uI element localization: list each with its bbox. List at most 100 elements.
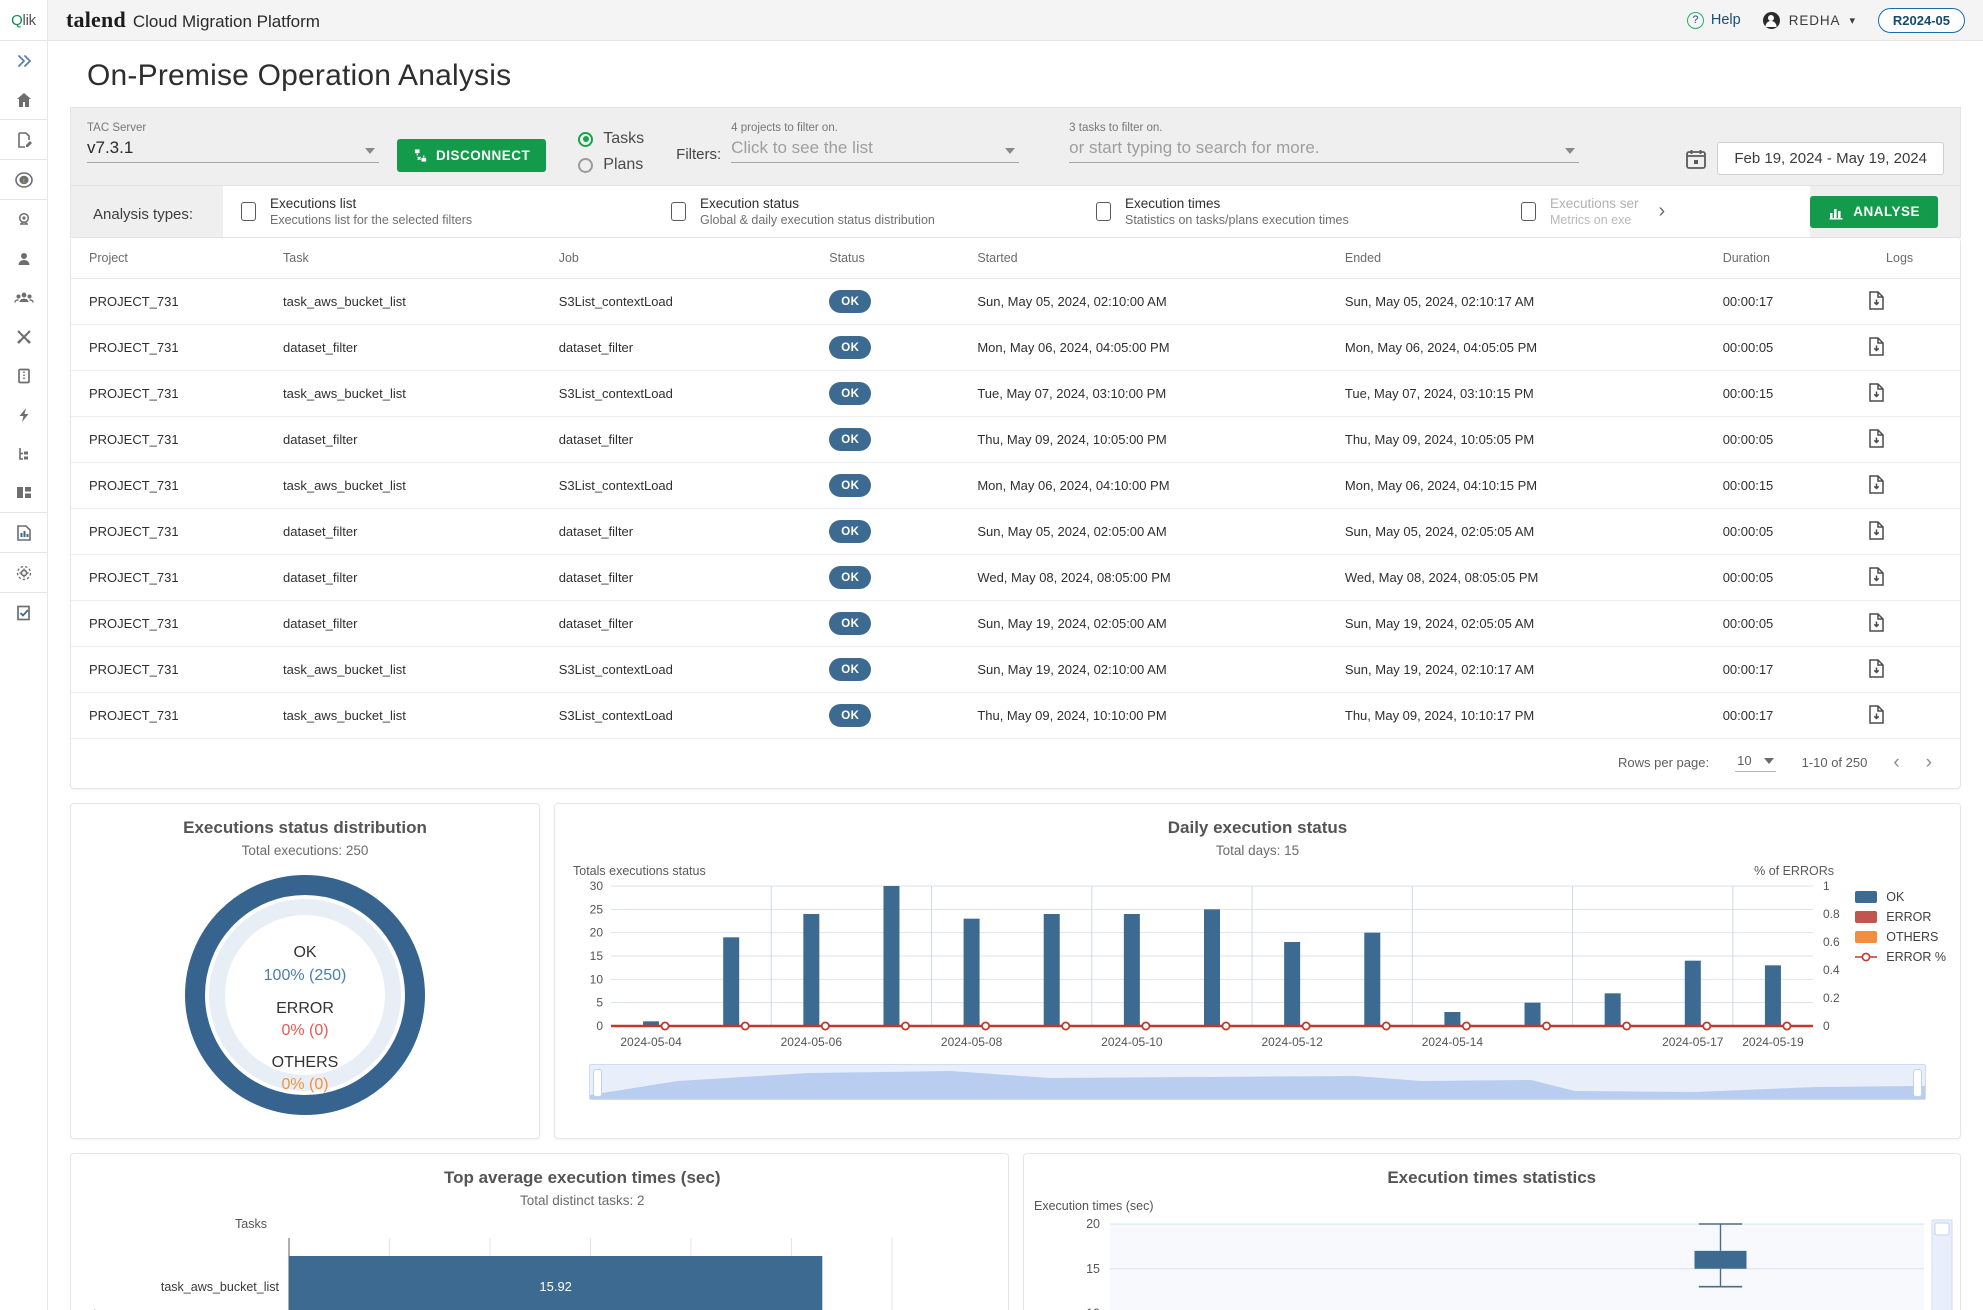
bar[interactable] xyxy=(1284,942,1301,1026)
bar[interactable] xyxy=(1604,993,1621,1026)
table-row[interactable]: PROJECT_731 task_aws_bucket_list S3List_co… xyxy=(71,370,1960,417)
error-pct-marker[interactable] xyxy=(900,1021,910,1031)
download-log-icon[interactable] xyxy=(1868,612,1885,632)
archive-icon[interactable] xyxy=(0,356,47,395)
date-range-picker[interactable]: Feb 19, 2024 - May 19, 2024 xyxy=(1685,142,1944,175)
radio-plans[interactable]: Plans xyxy=(578,156,644,174)
legend-item-others[interactable]: OTHERS xyxy=(1855,930,1946,944)
analysis-type-executions-series[interactable]: Executions ser Metrics on exe xyxy=(1503,196,1657,227)
cell-logs[interactable] xyxy=(1868,554,1960,601)
users-group-icon[interactable] xyxy=(0,278,47,317)
box[interactable] xyxy=(1694,1250,1746,1269)
checkbox-executions-list[interactable] xyxy=(241,202,256,221)
bolt-icon[interactable] xyxy=(0,395,47,434)
bar[interactable] xyxy=(883,886,900,1026)
error-pct-marker[interactable] xyxy=(1301,1021,1311,1031)
rows-per-page-select[interactable]: 10 xyxy=(1735,753,1776,772)
daily-execution-status-chart[interactable]: 0 5 10 15 20 25 30 0 0.2 0.4 0.6 0.8 1 2024-05-04 2024… xyxy=(565,878,1875,1058)
download-log-icon[interactable] xyxy=(1868,336,1885,356)
tac-server-select[interactable] xyxy=(87,136,379,163)
download-log-icon[interactable] xyxy=(1868,520,1885,540)
table-row[interactable]: PROJECT_731 dataset_filter dataset_filter O… xyxy=(71,416,1960,463)
bar[interactable] xyxy=(803,914,820,1026)
user-menu[interactable]: REDHA ▾ xyxy=(1762,11,1856,29)
error-pct-marker[interactable] xyxy=(660,1021,670,1031)
error-pct-marker[interactable] xyxy=(1141,1021,1151,1031)
top-average-execution-times-chart[interactable]: Tasks0369121518task_aws_bucket_list15.92… xyxy=(157,1208,957,1310)
user-icon[interactable] xyxy=(0,239,47,278)
error-pct-marker[interactable] xyxy=(1702,1021,1712,1031)
bar[interactable] xyxy=(1444,1012,1461,1026)
tools-icon[interactable] xyxy=(0,317,47,356)
bar[interactable] xyxy=(1684,960,1701,1026)
projects-filter-input[interactable] xyxy=(731,136,1020,163)
table-row[interactable]: PROJECT_731 dataset_filter dataset_filter O… xyxy=(71,600,1960,647)
cell-logs[interactable] xyxy=(1868,646,1960,693)
th-started[interactable]: Started xyxy=(959,238,1327,279)
cell-logs[interactable] xyxy=(1868,600,1960,647)
th-project[interactable]: Project xyxy=(71,238,265,279)
analysis-type-execution-status[interactable]: Execution status Global & daily executio… xyxy=(653,196,1078,227)
th-status[interactable]: Status xyxy=(811,238,960,279)
error-pct-marker[interactable] xyxy=(1221,1021,1231,1031)
error-pct-marker[interactable] xyxy=(1381,1021,1391,1031)
error-pct-marker[interactable] xyxy=(740,1021,750,1031)
home-icon[interactable] xyxy=(0,80,47,119)
bar[interactable] xyxy=(1043,914,1060,1026)
th-ended[interactable]: Ended xyxy=(1326,238,1705,279)
release-badge[interactable]: R2024-05 xyxy=(1877,7,1965,33)
radio-tasks[interactable]: Tasks xyxy=(578,130,644,148)
table-row[interactable]: PROJECT_731 dataset_filter dataset_filter O… xyxy=(71,508,1960,555)
cell-logs[interactable] xyxy=(1868,416,1960,463)
next-page-button[interactable]: › xyxy=(1926,753,1932,772)
table-row[interactable]: PROJECT_731 task_aws_bucket_list S3List_co… xyxy=(71,692,1960,739)
analysis-type-executions-list[interactable]: Executions list Executions list for the … xyxy=(223,196,653,227)
help-button[interactable]: ? Help xyxy=(1686,11,1741,29)
error-pct-marker[interactable] xyxy=(820,1021,830,1031)
dashboard-icon[interactable] xyxy=(0,473,47,512)
date-range-value[interactable]: Feb 19, 2024 - May 19, 2024 xyxy=(1717,142,1944,175)
download-log-icon[interactable] xyxy=(1868,566,1885,586)
cell-logs[interactable] xyxy=(1868,370,1960,417)
download-log-icon[interactable] xyxy=(1868,382,1885,402)
target-settings-icon[interactable] xyxy=(0,553,47,592)
download-log-icon[interactable] xyxy=(1868,704,1885,724)
table-row[interactable]: PROJECT_731 task_aws_bucket_list S3List_co… xyxy=(71,278,1960,325)
report-chart-icon[interactable] xyxy=(0,513,47,552)
error-pct-marker[interactable] xyxy=(1461,1021,1471,1031)
cell-logs[interactable] xyxy=(1868,278,1960,325)
bar[interactable] xyxy=(1364,932,1381,1026)
table-row[interactable]: PROJECT_731 task_aws_bucket_list S3List_co… xyxy=(71,462,1960,509)
bar[interactable] xyxy=(723,937,740,1026)
donut-chart[interactable]: OK 100% (250) ERROR 0% (0) OTHERS 0% (0) xyxy=(71,870,539,1120)
download-log-icon[interactable] xyxy=(1868,474,1885,494)
cell-logs[interactable] xyxy=(1868,462,1960,509)
cell-logs[interactable] xyxy=(1868,324,1960,371)
tasks-filter-input[interactable] xyxy=(1069,136,1580,163)
legend-item-error[interactable]: ERROR xyxy=(1855,910,1946,924)
th-job[interactable]: Job xyxy=(540,238,812,279)
hierarchy-icon[interactable] xyxy=(0,434,47,473)
checklist-icon[interactable] xyxy=(0,593,47,632)
scrollbar-handle-top[interactable] xyxy=(1934,1222,1949,1236)
bar[interactable] xyxy=(1204,909,1220,1026)
table-row[interactable]: PROJECT_731 dataset_filter dataset_filter O… xyxy=(71,324,1960,371)
cell-logs[interactable] xyxy=(1868,508,1960,555)
pipeline-icon[interactable] xyxy=(0,200,47,239)
document-edit-icon[interactable] xyxy=(0,120,47,159)
analysis-type-execution-times[interactable]: Execution times Statistics on tasks/plan… xyxy=(1078,196,1503,227)
checkbox-execution-status[interactable] xyxy=(671,202,686,221)
talend-badge-icon[interactable]: t xyxy=(0,160,47,199)
cell-logs[interactable] xyxy=(1868,692,1960,739)
checkbox-execution-times[interactable] xyxy=(1096,202,1111,221)
th-duration[interactable]: Duration xyxy=(1704,238,1869,279)
prev-page-button[interactable]: ‹ xyxy=(1893,753,1899,772)
scrollbar-handle-right[interactable] xyxy=(1913,1069,1922,1097)
error-pct-marker[interactable] xyxy=(1622,1021,1632,1031)
error-pct-marker[interactable] xyxy=(1542,1021,1552,1031)
bar[interactable] xyxy=(1764,965,1781,1026)
error-pct-marker[interactable] xyxy=(1782,1021,1792,1031)
analysis-types-next-icon[interactable]: › xyxy=(1657,200,1682,223)
analyse-button[interactable]: ANALYSE xyxy=(1810,195,1938,228)
th-logs[interactable]: Logs xyxy=(1868,238,1960,279)
